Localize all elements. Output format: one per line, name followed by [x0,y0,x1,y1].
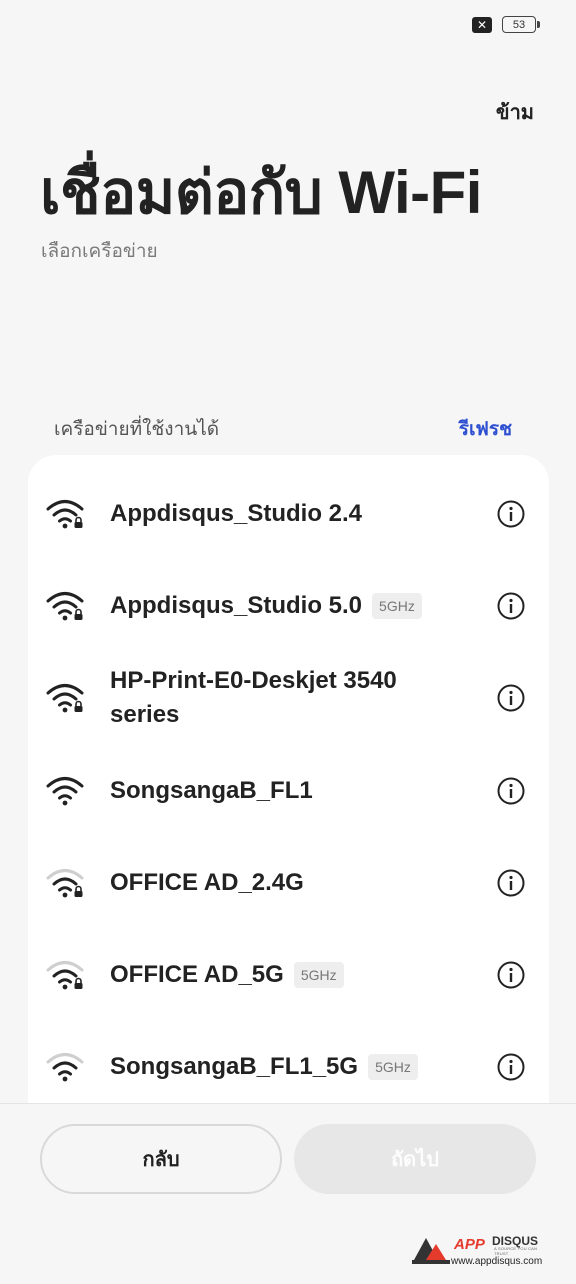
network-ssid: SongsangaB_FL1_5G [110,1053,359,1080]
network-ssid: SongsangaB_FL1 [110,777,313,804]
info-icon[interactable] [497,500,525,528]
info-icon[interactable] [497,684,525,712]
wifi-lock-icon [46,684,84,713]
network-name: Appdisqus_Studio 2.4 [110,497,450,531]
network-row[interactable]: HP-Print-E0-Deskjet 3540 series [28,658,549,738]
watermark-tagline: A SOURCE YOU CAN TRUST [494,1246,538,1256]
available-networks-label: เครือข่ายที่ใช้งานได้ [54,419,220,440]
watermark-app: APP [454,1236,485,1253]
network-name: HP-Print-E0-Deskjet 3540 series [110,664,450,732]
network-row[interactable]: SongsangaB_FL1 [28,771,549,811]
network-row[interactable]: Appdisqus_Studio 5.0 5GHz [28,586,549,626]
refresh-button[interactable]: รีเฟรช [459,414,512,444]
info-icon[interactable] [497,777,525,805]
network-name: SongsangaB_FL1_5G 5GHz [110,1050,450,1084]
info-icon[interactable] [497,869,525,897]
wifi-lock-icon [46,961,84,990]
network-name: OFFICE AD_5G 5GHz [110,958,450,992]
frequency-badge: 5GHz [293,962,344,988]
network-row[interactable]: SongsangaB_FL1_5G 5GHz [28,1047,549,1087]
page-title: เชื่อมต่อกับ Wi-Fi [40,159,482,226]
frequency-badge: 5GHz [372,593,422,619]
network-row[interactable]: Appdisqus_Studio 2.4 [28,494,549,534]
wifi-icon [46,1053,84,1082]
watermark-logo: APP DISQUS A SOURCE YOU CAN TRUST www.ap… [410,1230,550,1274]
wifi-lock-icon [46,500,84,529]
network-list: Appdisqus_Studio 2.4 Appdisqus_Studio 5.0… [28,455,549,1115]
network-ssid: OFFICE AD_2.4G [110,869,304,896]
network-ssid: Appdisqus_Studio 5.0 [110,592,363,619]
skip-button[interactable]: ข้าม [496,96,534,128]
back-button[interactable]: กลับ [40,1124,282,1194]
info-icon[interactable] [497,1053,525,1081]
watermark-url: www.appdisqus.com [451,1256,543,1267]
network-row[interactable]: OFFICE AD_2.4G [28,863,549,903]
network-name: SongsangaB_FL1 [110,774,450,808]
network-name: OFFICE AD_2.4G [110,866,450,900]
info-icon[interactable] [497,592,525,620]
battery-icon: 53 [502,16,540,33]
network-ssid: OFFICE AD_5G [110,961,284,988]
network-ssid: Appdisqus_Studio 2.4 [110,500,363,527]
network-ssid: HP-Print-E0-Deskjet 3540 series [110,667,397,728]
appdisqus-logo-icon [412,1238,450,1264]
wifi-lock-icon [46,592,84,621]
frequency-badge: 5GHz [368,1054,418,1080]
sim-off-icon: ✕ [472,16,492,33]
next-button: ถัดไป [294,1124,536,1194]
info-icon[interactable] [497,961,525,989]
network-name: Appdisqus_Studio 5.0 5GHz [110,589,450,623]
status-bar: ✕ 53 [472,16,540,33]
wifi-lock-icon [46,869,84,898]
page-subtitle: เลือกเครือข่าย [41,241,158,262]
wifi-icon [46,777,84,806]
network-row[interactable]: OFFICE AD_5G 5GHz [28,955,549,995]
battery-level: 53 [512,18,526,31]
